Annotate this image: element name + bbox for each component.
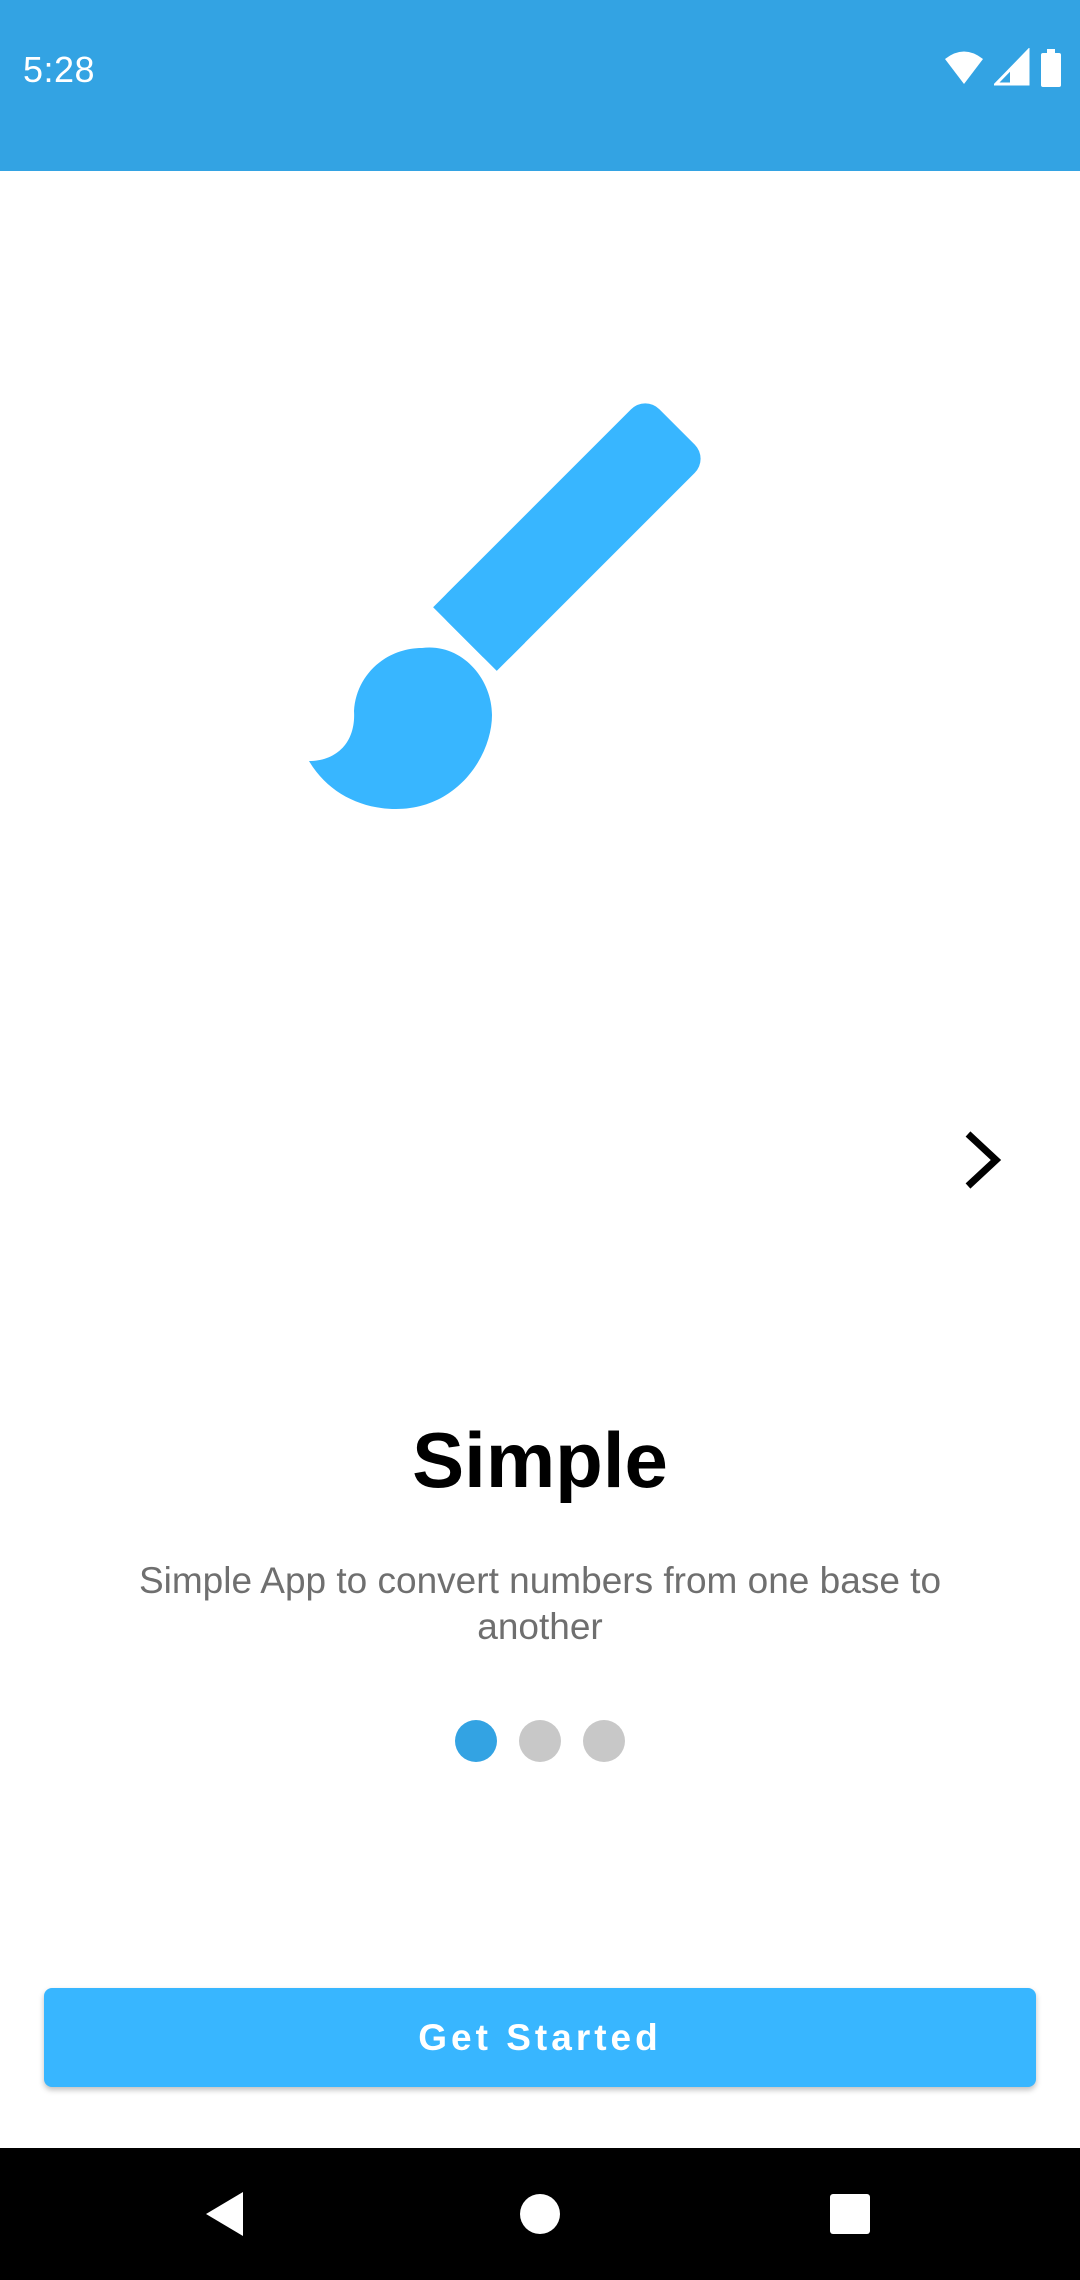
slide-title: Simple [412, 1416, 668, 1504]
paint-brush-icon [306, 393, 746, 813]
page-indicator [0, 1720, 1080, 1762]
back-button[interactable] [145, 2148, 305, 2280]
get-started-button[interactable]: Get Started [44, 1988, 1036, 2087]
battery-icon [1040, 48, 1062, 88]
page-dot-1[interactable] [455, 1720, 497, 1762]
next-slide-button[interactable] [956, 1124, 1012, 1196]
home-icon [520, 2194, 560, 2234]
page-dot-2[interactable] [519, 1720, 561, 1762]
back-icon [206, 2192, 243, 2236]
recents-button[interactable] [770, 2148, 930, 2280]
page-dot-3[interactable] [583, 1720, 625, 1762]
status-icons [944, 47, 1062, 88]
slide-description: Simple App to convert numbers from one b… [138, 1560, 942, 1647]
status-bar: 5:28 [0, 0, 1080, 171]
chevron-right-icon [965, 1131, 1002, 1189]
status-time: 5:28 [23, 49, 96, 90]
cell-signal-icon [992, 47, 1030, 88]
onboarding-screen: 5:28 Simple Simple App to convert number… [0, 0, 1080, 2280]
wifi-icon [944, 48, 984, 88]
navigation-bar [0, 2148, 1080, 2280]
recents-icon [830, 2194, 870, 2234]
home-button[interactable] [460, 2148, 620, 2280]
